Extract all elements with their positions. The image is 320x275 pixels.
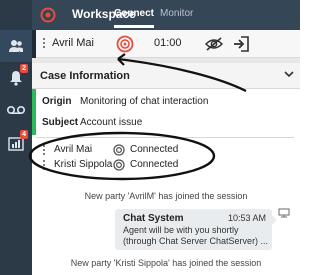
voicemail-rail-button[interactable] [0, 94, 32, 126]
dashboard-rail-button[interactable]: 4 [0, 128, 32, 160]
message-sender: Chat System [123, 213, 184, 224]
party-status: Connected [130, 159, 179, 170]
hide-monitoring-button[interactable] [204, 36, 224, 52]
voicemail-icon [7, 106, 25, 114]
chat-media-icon [113, 144, 125, 156]
origin-value: Monitoring of chat interaction [80, 96, 209, 107]
dashboard-icon [8, 137, 24, 151]
subject-label: Subject [42, 117, 79, 128]
chevron-down-icon[interactable] [284, 70, 294, 78]
message-text: Agent will be with you shortly (through … [123, 225, 269, 246]
party-menu-icon[interactable] [43, 145, 46, 155]
party-menu-icon[interactable] [43, 160, 46, 170]
tab-connect-label: Connect [114, 8, 154, 19]
end-monitoring-button[interactable] [232, 35, 250, 53]
interaction-bar: Avril Mai 01:00 [32, 30, 300, 58]
subject-value: Account issue [80, 117, 143, 128]
party-name: Kristi Sippola [54, 159, 113, 170]
contacts-icon [9, 40, 23, 52]
notifications-rail-button[interactable]: 2 [0, 62, 32, 94]
case-accent-bar [32, 89, 36, 135]
divider [36, 137, 294, 138]
party-joined-message: New party 'Kristi Sippola' has joined th… [70, 258, 262, 268]
active-tab-indicator [114, 25, 154, 28]
chat-media-icon [113, 159, 125, 171]
chat-media-icon [116, 35, 134, 53]
party-joined-message: New party 'AvrilM' has joined the sessio… [84, 191, 248, 201]
chat-message-bubble: Chat System 10:53 AM Agent will be with … [115, 209, 272, 250]
top-bar: Workspace Connect Monitor [32, 0, 300, 30]
party-status: Connected [130, 144, 179, 155]
left-rail: 2 4 [0, 0, 32, 275]
interaction-party-name[interactable]: Avril Mai [52, 37, 94, 49]
tab-monitor[interactable]: Monitor [160, 8, 193, 19]
notification-count-badge: 2 [20, 64, 28, 73]
contacts-rail-button[interactable] [0, 30, 32, 62]
dashboard-count-badge: 4 [20, 130, 28, 139]
system-monitor-icon [278, 208, 290, 218]
interaction-timer: 01:00 [154, 37, 182, 49]
case-information-header[interactable]: Case Information [32, 63, 300, 89]
drag-handle-icon[interactable] [43, 38, 46, 48]
annotation-ellipse [28, 131, 216, 181]
interaction-accent-bar [32, 30, 36, 58]
message-timestamp: 10:53 AM [227, 213, 266, 223]
case-information-title: Case Information [40, 70, 130, 82]
bubble-tail [272, 215, 277, 225]
origin-label: Origin [42, 96, 72, 107]
party-name: Avril Mai [54, 144, 93, 155]
tab-connect[interactable]: Connect [114, 8, 154, 28]
genesys-logo-icon [40, 7, 56, 23]
